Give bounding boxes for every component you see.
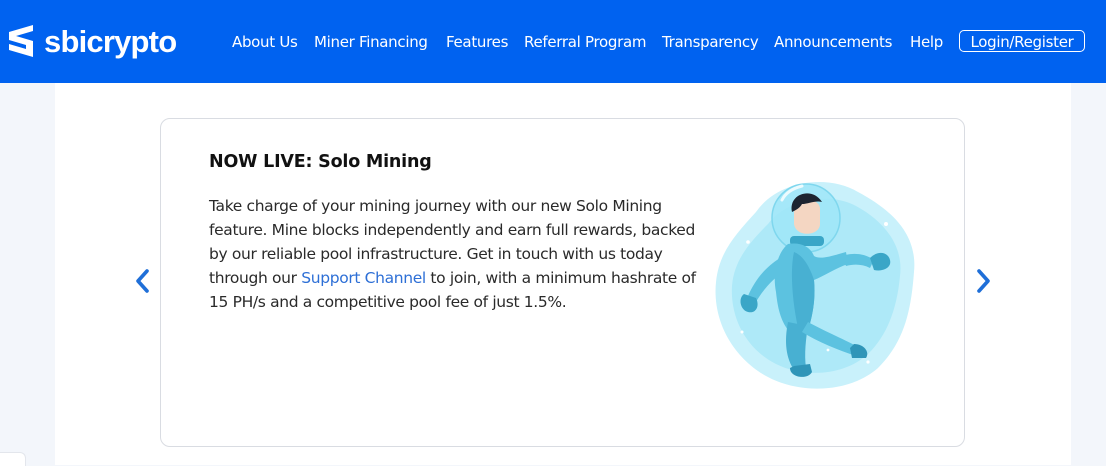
support-channel-link[interactable]: Support Channel bbox=[301, 269, 426, 287]
chevron-right-icon bbox=[977, 269, 990, 293]
nav-announcements[interactable]: Announcements bbox=[774, 31, 892, 53]
brand-name: sbicrypto bbox=[44, 23, 177, 59]
nav-referral-program[interactable]: Referral Program bbox=[524, 31, 646, 53]
carousel-next-button[interactable] bbox=[971, 266, 995, 296]
floating-widget-edge[interactable] bbox=[0, 452, 26, 466]
slide-description: Take charge of your mining journey with … bbox=[209, 194, 699, 314]
brand-logo[interactable]: sbicrypto bbox=[6, 20, 177, 62]
nav-features[interactable]: Features bbox=[446, 31, 508, 53]
nav-help[interactable]: Help bbox=[910, 31, 943, 53]
nav-transparency[interactable]: Transparency bbox=[662, 31, 759, 53]
top-navigation-bar: sbicrypto About Us Miner Financing Featu… bbox=[0, 0, 1106, 83]
carousel-prev-button[interactable] bbox=[131, 266, 155, 296]
nav-about-us[interactable]: About Us bbox=[232, 31, 298, 53]
login-register-button[interactable]: Login/Register bbox=[959, 30, 1085, 52]
chevron-left-icon bbox=[136, 269, 149, 293]
sbicrypto-logo-icon bbox=[9, 25, 33, 57]
nav-miner-financing[interactable]: Miner Financing bbox=[314, 31, 428, 53]
astronaut-illustration bbox=[715, 181, 915, 389]
slide-title: NOW LIVE: Solo Mining bbox=[209, 152, 432, 172]
